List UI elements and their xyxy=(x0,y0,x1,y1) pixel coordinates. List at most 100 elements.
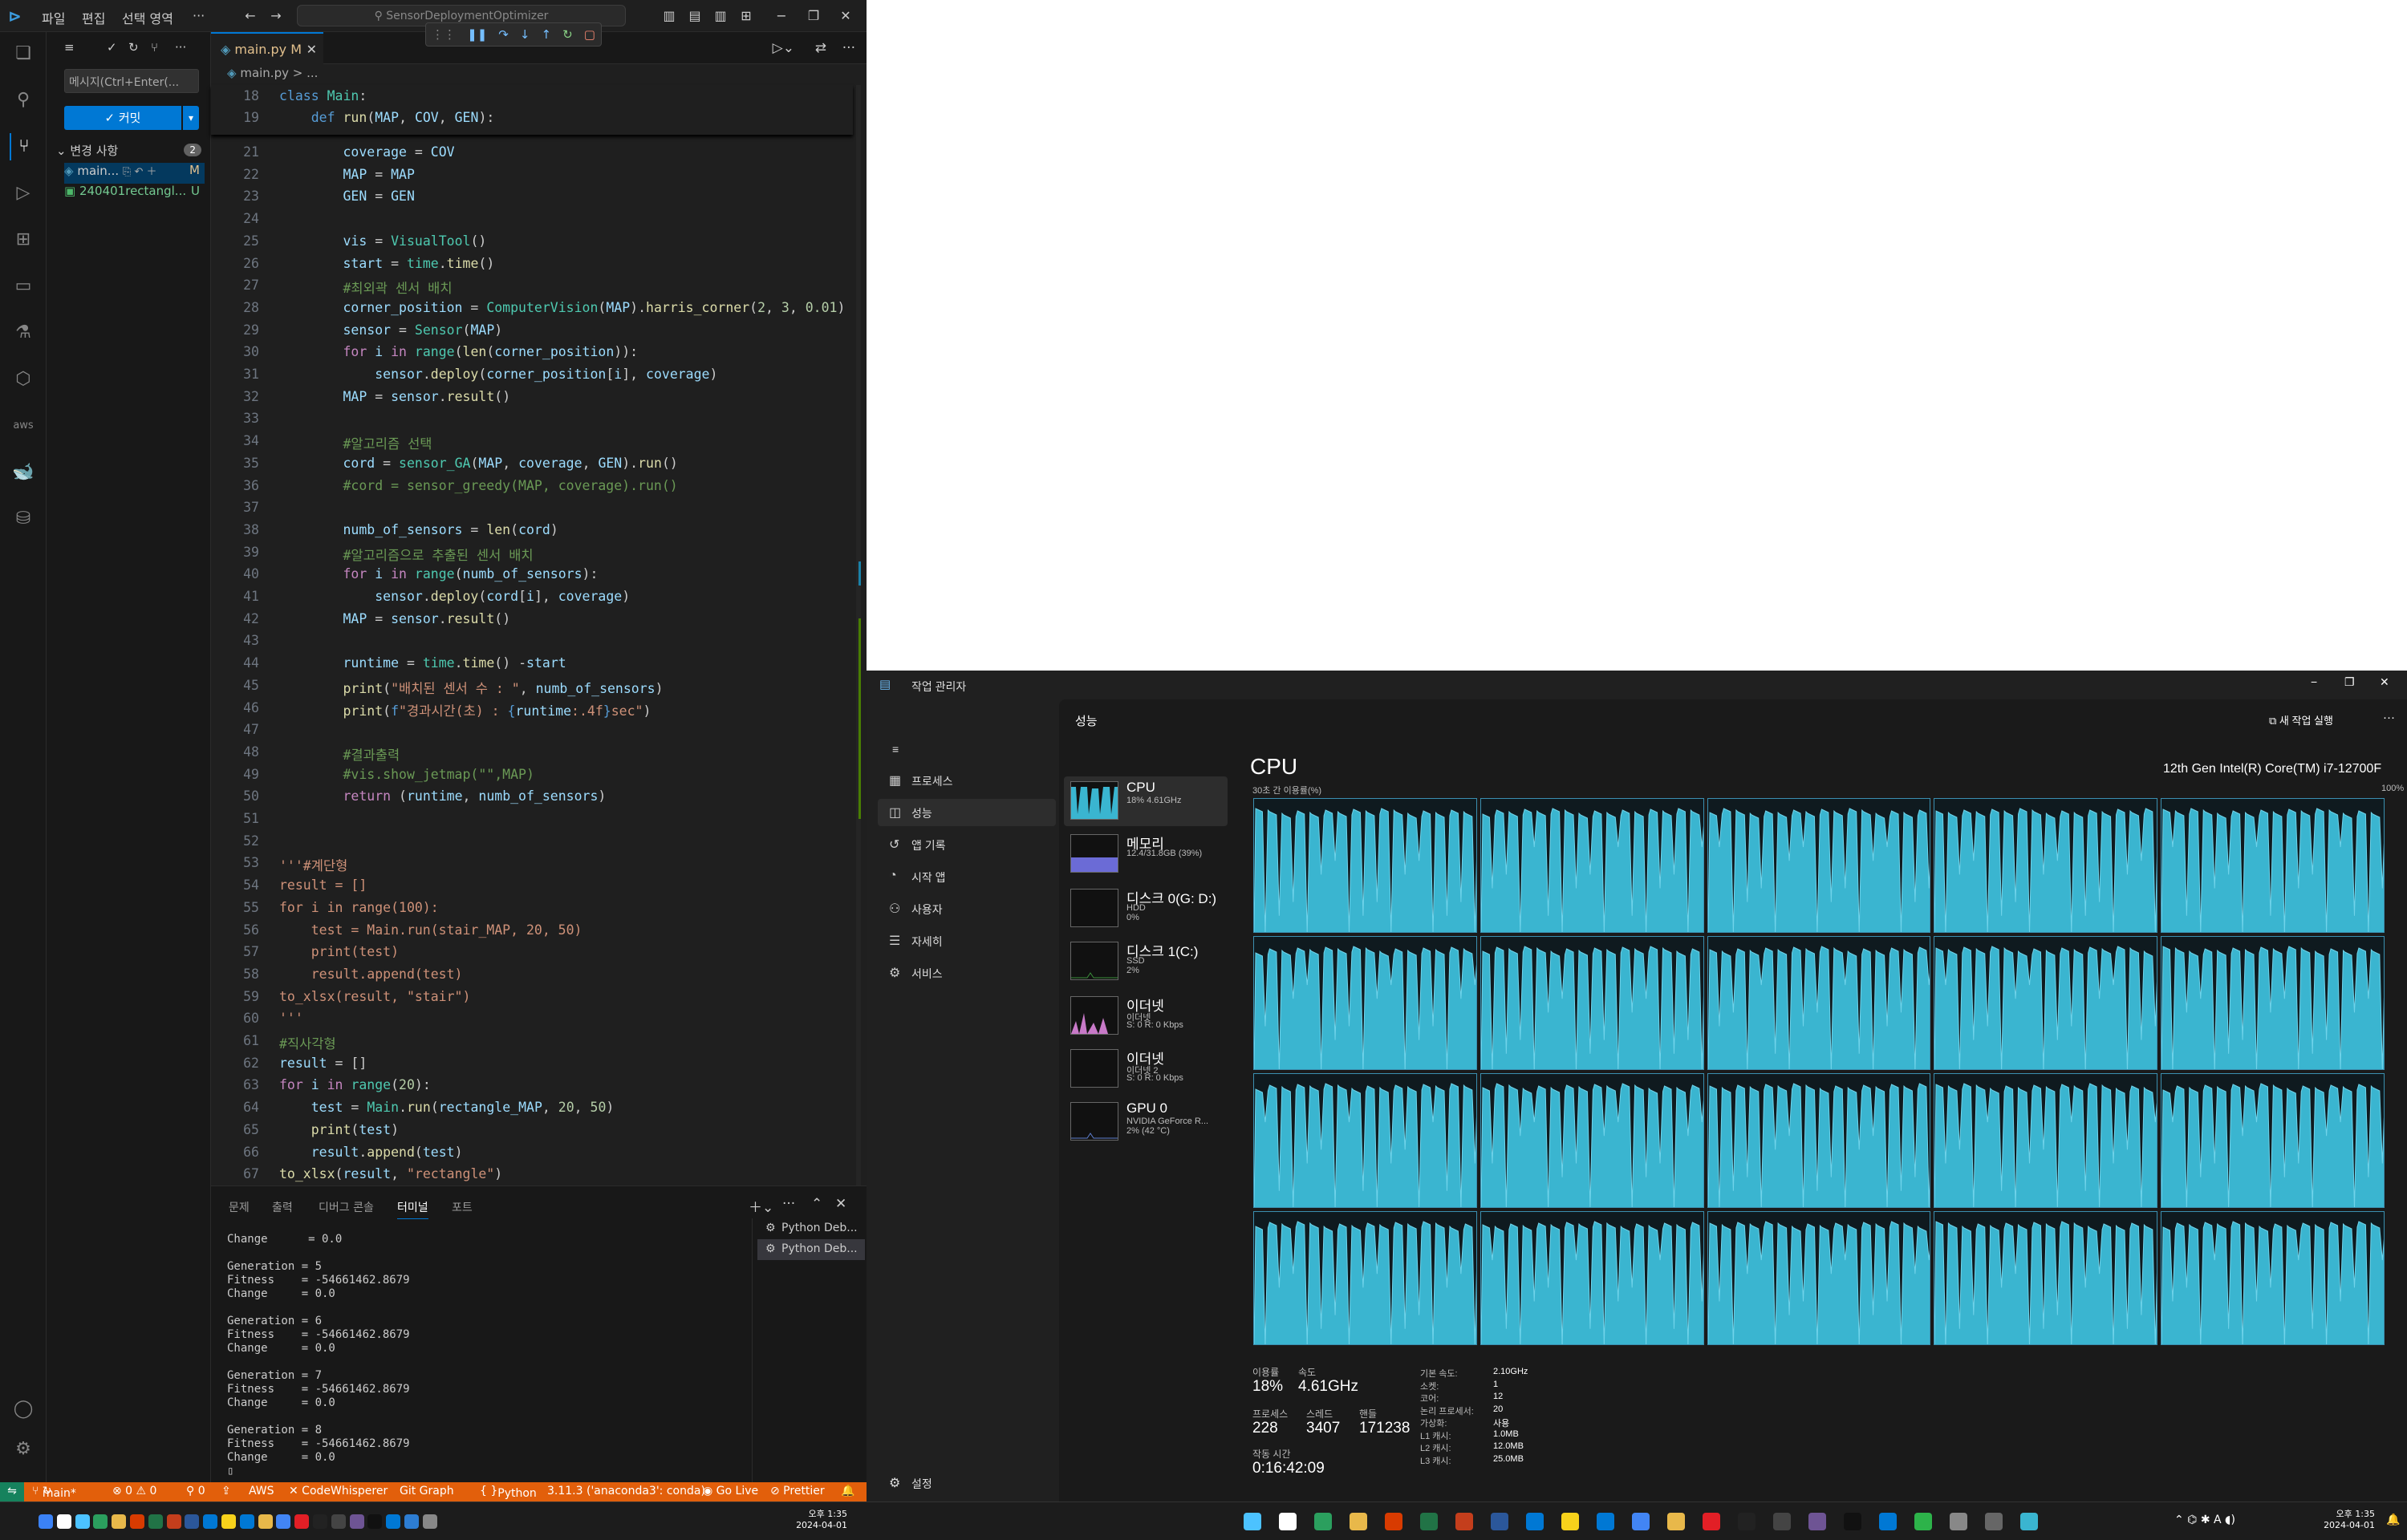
nav-settings[interactable]: ⚙ 설정 xyxy=(878,1469,1056,1497)
commit-message-input[interactable]: 메시지(Ctrl+Enter(... xyxy=(64,69,199,93)
docker-icon[interactable]: 🐋 xyxy=(10,459,37,486)
close-tab-icon[interactable]: ✕ xyxy=(306,42,317,57)
tab-output[interactable]: 출력 xyxy=(272,1199,293,1215)
clock[interactable]: 오후 1:35 2024-04-01 xyxy=(2322,1507,2375,1530)
taskbar-app-icon[interactable] xyxy=(239,1514,254,1529)
menu-edit[interactable]: 편집 xyxy=(82,8,105,27)
taskbar-app-icon[interactable] xyxy=(1844,1513,1861,1530)
source-control-icon[interactable]: ⑂ xyxy=(10,133,37,160)
layout-icon[interactable]: ⊞ xyxy=(735,5,757,27)
taskbar-app-icon[interactable] xyxy=(1244,1513,1261,1530)
taskbar-app-icon[interactable] xyxy=(1279,1513,1297,1530)
changes-header[interactable]: ⌄ 변경 사항 2 xyxy=(56,142,205,163)
notifications-bell-icon[interactable]: 🔔 xyxy=(841,1485,854,1497)
remote-icon[interactable]: ⇋ xyxy=(0,1482,24,1502)
codewhisperer-status[interactable]: ✕ CodeWhisperer xyxy=(289,1485,388,1497)
prettier-status[interactable]: ⊘ Prettier xyxy=(770,1485,825,1497)
nav-startup-apps[interactable]: ◔ 시작 앱 xyxy=(878,863,1056,890)
account-icon[interactable]: ◯ xyxy=(10,1396,37,1423)
search-icon[interactable]: ⚲ xyxy=(10,87,37,114)
refresh-icon[interactable]: ↻ xyxy=(128,40,139,55)
testing-icon[interactable]: ⚗ xyxy=(10,319,37,346)
resource-item[interactable]: 이더넷 이더넷 S: 0 R: 0 Kbps xyxy=(1064,991,1228,1041)
aws-status[interactable]: AWS xyxy=(249,1485,274,1497)
share-icon[interactable]: ⇪ xyxy=(221,1485,231,1497)
close-icon[interactable]: ✕ xyxy=(834,5,857,27)
manage-gear-icon[interactable]: ⚙ xyxy=(10,1436,37,1463)
toggle-sidebar-icon[interactable]: ▥ xyxy=(658,5,680,27)
more-actions-icon[interactable]: ··· xyxy=(175,40,186,55)
minimize-icon[interactable]: − xyxy=(770,5,793,27)
nav-app-history[interactable]: ↺ 앱 기록 xyxy=(878,831,1056,858)
taskbar-app-icon[interactable] xyxy=(56,1514,71,1529)
step-over-icon[interactable]: ↷ xyxy=(498,27,509,42)
tab-problems[interactable]: 문제 xyxy=(229,1199,250,1215)
taskbar-app-icon[interactable] xyxy=(75,1514,90,1529)
terminal-output[interactable]: Change = 0.0 Generation = 5 Fitness = -5… xyxy=(227,1233,789,1478)
taskbar-app-icon[interactable] xyxy=(93,1514,108,1529)
taskbar-app-icon[interactable] xyxy=(386,1514,401,1529)
taskbar-app-icon[interactable] xyxy=(1385,1513,1402,1530)
forward-icon[interactable]: → xyxy=(265,5,287,27)
changed-file-item[interactable]: ▣ 240401rectangl... U xyxy=(64,184,205,205)
notification-bell-icon[interactable]: 🔔 xyxy=(2386,1514,2400,1526)
taskbar-app-icon[interactable] xyxy=(1703,1513,1720,1530)
commit-dropdown-icon[interactable]: ▾ xyxy=(183,106,199,130)
taskbar-app-icon[interactable] xyxy=(1738,1513,1756,1530)
nav-users[interactable]: ⚇ 사용자 xyxy=(878,895,1056,922)
taskbar-app-icon[interactable] xyxy=(276,1514,291,1529)
taskbar-app-icon[interactable] xyxy=(331,1514,346,1529)
taskbar-app-icon[interactable] xyxy=(1632,1513,1650,1530)
taskbar-app-icon[interactable] xyxy=(258,1514,273,1529)
view-as-tree-icon[interactable]: ≡ xyxy=(64,40,75,55)
menu-file[interactable]: 파일 xyxy=(42,8,65,27)
branch-status[interactable]: ⑂ main* ↻ xyxy=(32,1485,76,1500)
taskbar-app-icon[interactable] xyxy=(1667,1513,1685,1530)
taskbar-app-icon[interactable] xyxy=(185,1514,200,1529)
taskbar-app-icon[interactable] xyxy=(203,1514,218,1529)
nav-performance[interactable]: ◫ 성능 xyxy=(878,799,1056,826)
aws-icon[interactable]: aws xyxy=(10,412,37,440)
maximize-panel-icon[interactable]: ⌃ xyxy=(811,1196,822,1212)
taskbar-app-icon[interactable] xyxy=(1455,1513,1473,1530)
tab-terminal[interactable]: 터미널 xyxy=(397,1199,428,1219)
compare-icon[interactable]: ⇄ xyxy=(815,40,826,56)
taskbar-app-icon[interactable] xyxy=(148,1514,163,1529)
tab-debug-console[interactable]: 디버그 콘솔 xyxy=(319,1199,374,1215)
toggle-panel-icon[interactable]: ▤ xyxy=(684,5,706,27)
taskbar-app-icon[interactable] xyxy=(166,1514,181,1529)
editor-scrollbar[interactable] xyxy=(854,85,863,1185)
remote-explorer-icon[interactable]: ▭ xyxy=(10,273,37,300)
taskbar-app-icon[interactable] xyxy=(1773,1513,1791,1530)
hamburger-menu-icon[interactable]: ≡ xyxy=(878,736,1056,764)
menu-more[interactable]: ··· xyxy=(193,8,205,23)
tm-more-icon[interactable]: ··· xyxy=(2383,711,2395,724)
code-editor[interactable]: 21 coverage = COV 22 MAP = MAP 23 GEN = GE… xyxy=(211,85,853,1185)
taskbar-app-icon[interactable] xyxy=(294,1514,310,1529)
taskbar-app-icon[interactable] xyxy=(404,1514,419,1529)
taskbar-app-icon[interactable] xyxy=(1914,1513,1932,1530)
taskbar-app-icon[interactable] xyxy=(1808,1513,1826,1530)
taskbar-app-icon[interactable] xyxy=(1350,1513,1367,1530)
taskbar-app-icon[interactable] xyxy=(1420,1513,1438,1530)
editor-more-icon[interactable]: ··· xyxy=(842,40,855,56)
taskbar-app-icon[interactable] xyxy=(130,1514,144,1529)
taskbar-app-icon[interactable] xyxy=(221,1514,236,1529)
interpreter-status[interactable]: 3.11.3 ('anaconda3': conda) xyxy=(547,1485,705,1497)
step-out-icon[interactable]: ↑ xyxy=(542,27,552,42)
taskbar-app-icon[interactable] xyxy=(112,1514,127,1529)
gitlens-icon[interactable]: ⬡ xyxy=(10,366,37,393)
run-debug-icon[interactable]: ▷ xyxy=(10,180,37,207)
toggle-secondary-icon[interactable]: ▥ xyxy=(709,5,732,27)
close-panel-icon[interactable]: ✕ xyxy=(835,1196,846,1212)
taskbar-app-icon[interactable] xyxy=(1561,1513,1579,1530)
resource-item[interactable]: 메모리 12.4/31.8GB (39%) xyxy=(1064,829,1228,879)
menu-selection[interactable]: 선택 영역 xyxy=(122,8,173,27)
breadcrumb[interactable]: ◈ main.py > ... xyxy=(211,66,867,85)
ports-status[interactable]: ⚲ 0 xyxy=(186,1485,205,1497)
tm-minimize-icon[interactable]: − xyxy=(2311,675,2317,688)
go-live-status[interactable]: ◉ Go Live xyxy=(703,1485,758,1497)
taskbar-app-icon[interactable] xyxy=(349,1514,364,1529)
run-icon[interactable]: ▷⌄ xyxy=(773,40,794,56)
resource-item[interactable]: 디스크 1(C:) SSD 2% xyxy=(1064,937,1228,987)
